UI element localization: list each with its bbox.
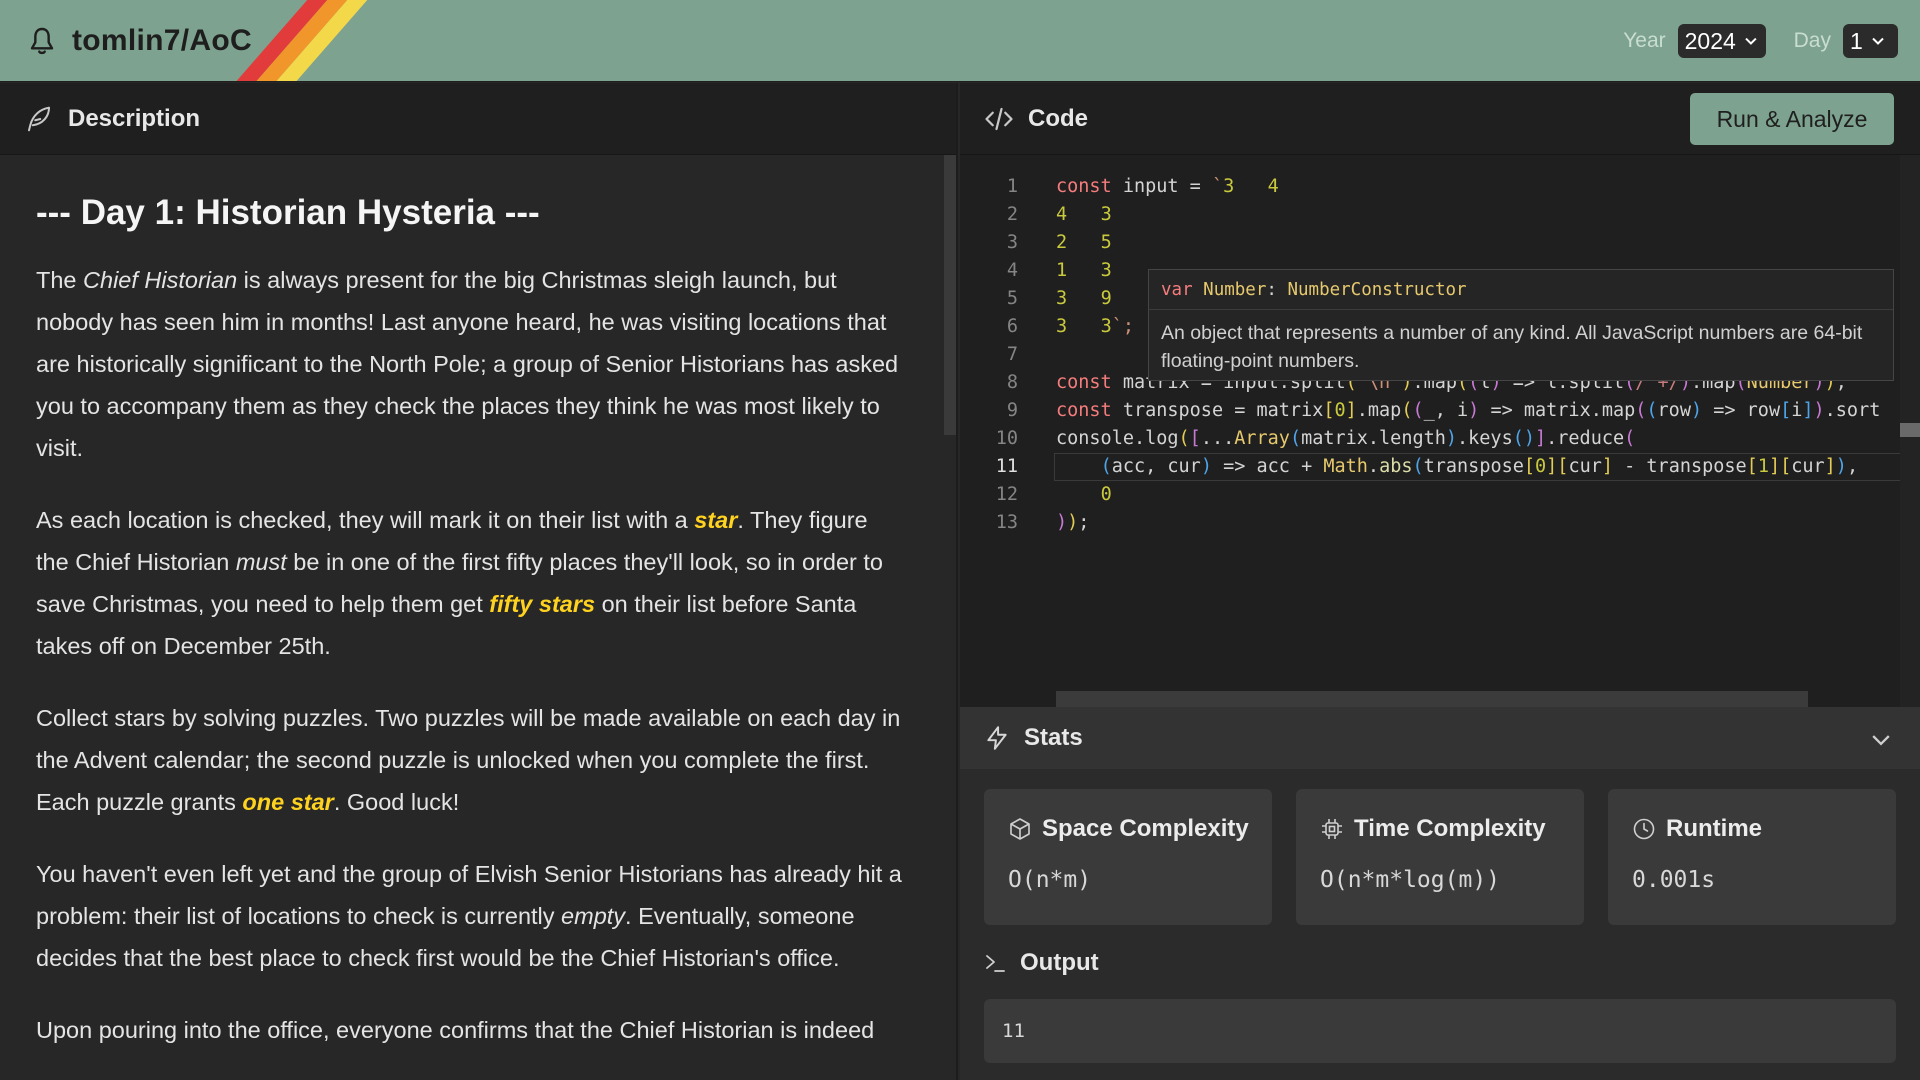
output-value: 11 [984,999,1896,1063]
code-line: 32 5 [1006,232,1112,253]
terminal-icon [986,955,1005,972]
bell-icon [30,27,54,55]
stat-label: Runtime [1666,815,1762,842]
stat-label: Space Complexity [1042,815,1249,842]
stats-area: Space Complexity O(n*m) Time Complexity … [960,769,1920,1080]
code-line: 13)); [995,512,1090,533]
date-selectors: Year 2024 Day 1 [1623,24,1898,58]
stat-value: O(n*m) [1008,867,1092,893]
tooltip-documentation: An object that represents a number of an… [1161,322,1863,372]
editor-horizontal-scrollbar[interactable] [1056,691,1808,707]
chevron-down-icon [1745,37,1757,45]
stats-header[interactable]: Stats [960,707,1920,769]
stat-value: O(n*m*log(m)) [1320,867,1501,893]
output-header: Output [984,949,1099,977]
paragraph-3: Collect stars by solving puzzles. Two pu… [36,705,901,815]
brand[interactable]: tomlin7/AoC [26,20,252,62]
emphasis: must [235,549,287,575]
description-scrollbar[interactable] [944,155,956,435]
puzzle-title: --- Day 1: Historian Hysteria --- [36,193,540,232]
repo-title: tomlin7/AoC [72,24,252,57]
code-line-active: 11 (acc, cur) => acc + Math.abs(transpos… [960,453,1920,481]
code-icon [985,107,1013,130]
paragraph-2: As each location is checked, they will m… [36,507,883,659]
chevron-down-icon[interactable] [1868,727,1894,753]
lightning-icon [987,726,1007,750]
star-highlight: fifty stars [489,591,596,617]
day-select[interactable]: 1 [1843,24,1898,58]
code-line: 24 3 [1006,204,1112,225]
runtime-card: Runtime 0.001s [1608,789,1896,925]
year-value: 2024 [1684,27,1736,54]
day-value: 1 [1850,27,1863,54]
star-highlight: one star [242,789,334,815]
top-bar: tomlin7/AoC Year 2024 Day 1 [0,0,1920,82]
time-complexity-card: Time Complexity O(n*m*log(m)) [1296,789,1584,925]
description-header: Description [0,83,956,155]
stats-title: Stats [1024,724,1083,751]
code-line: 10 console.log([...Array(matrix.length).k… [995,428,1636,449]
cube-icon [1010,818,1030,840]
code-line: 12 0 [995,484,1112,505]
quill-icon [28,106,50,131]
code-line: 1 const input = `3 4 [1006,176,1279,197]
editor-vertical-scrollbar[interactable] [1900,155,1920,707]
run-analyze-button[interactable]: Run & Analyze [1690,93,1894,145]
emphasis: empty [561,903,626,929]
stat-value: 0.001s [1632,867,1716,893]
star-highlight: star [694,507,738,533]
cpu-icon [1322,819,1342,839]
code-header: Code Run & Analyze [960,83,1920,155]
paragraph-1: The Chief Historian is always present fo… [36,267,899,461]
tooltip-signature: var Number: NumberConstructor [1149,270,1893,310]
puzzle-description: --- Day 1: Historian Hysteria --- The Ch… [0,155,940,1080]
paragraph-4: You haven't even left yet and the group … [36,861,902,971]
clock-icon [1633,818,1655,840]
description-panel: Description --- Day 1: Historian Hysteri… [0,83,958,1080]
description-title: Description [68,104,201,132]
year-label: Year [1623,29,1666,52]
scrollbar-thumb[interactable] [1900,423,1920,437]
space-complexity-card: Space Complexity O(n*m) [984,789,1272,925]
year-select[interactable]: 2024 [1677,24,1766,58]
code-line: 9 const transpose = matrix[0].map((_, i) … [1006,400,1881,421]
emphasis: Chief Historian [83,267,238,293]
chevron-down-icon [1872,37,1884,45]
hover-tooltip: var Number: NumberConstructor An object … [1148,269,1894,381]
output-title: Output [1020,949,1099,976]
code-title: Code [1028,104,1088,132]
stat-label: Time Complexity [1354,815,1546,842]
paragraph-5: Upon pouring into the office, everyone c… [36,1017,875,1043]
day-label: Day [1793,29,1831,52]
code-editor[interactable]: 1 const input = `3 4 24 3 32 5 41 3 53 9 … [960,155,1920,707]
code-panel: Code Run & Analyze 1 const input = `3 4 2… [960,83,1920,1080]
